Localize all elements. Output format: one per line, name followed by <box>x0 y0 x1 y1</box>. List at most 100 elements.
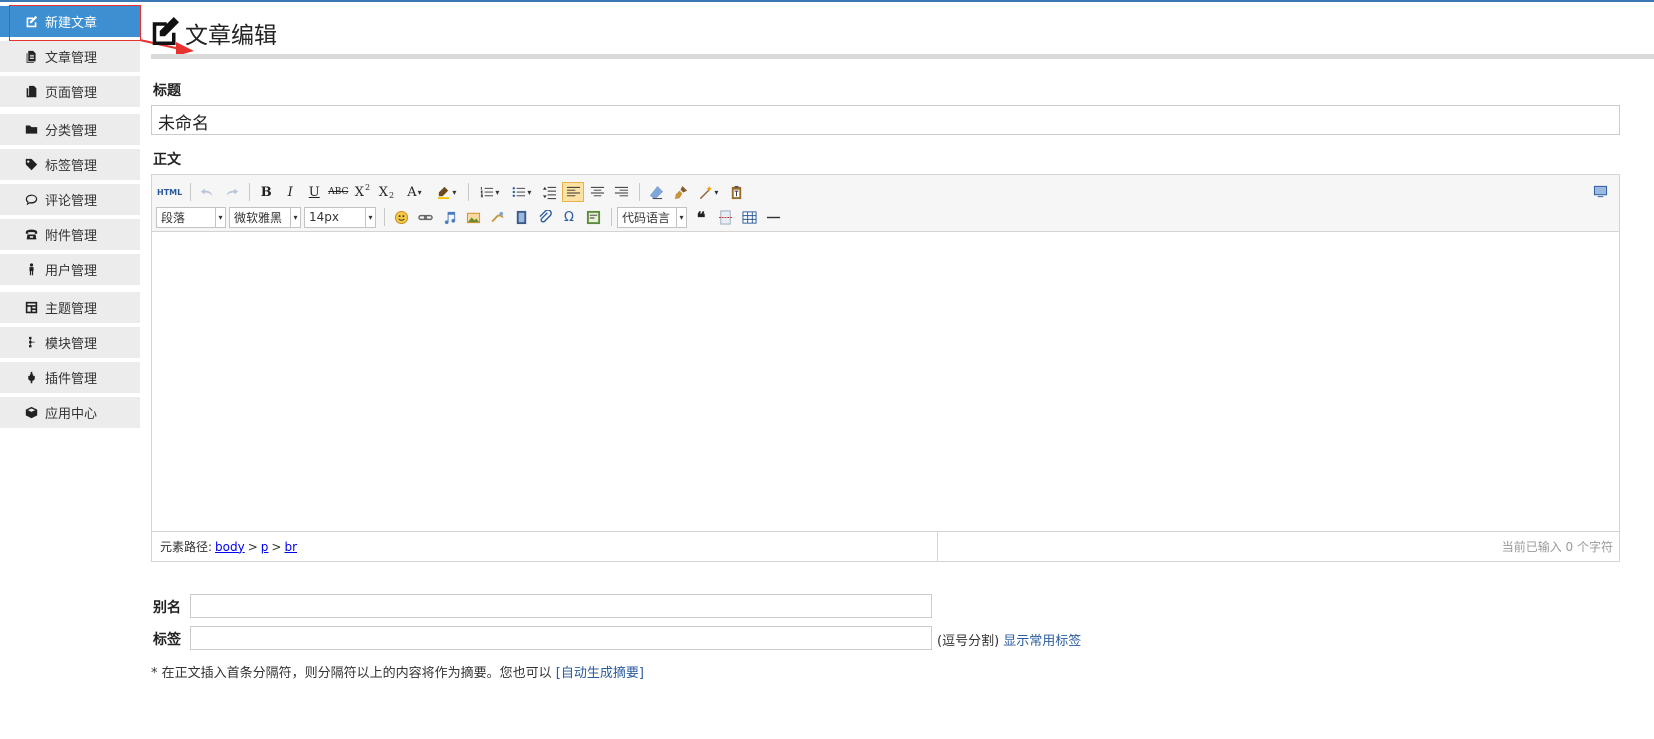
tag-icon <box>24 158 38 172</box>
font-color-button[interactable]: A ▾ <box>399 182 429 202</box>
special-char-button[interactable]: Ω <box>558 207 580 227</box>
sidebar-item-user-manage[interactable]: 用户管理 <box>0 254 140 285</box>
page-title: 文章编辑 <box>185 23 277 49</box>
brush-icon <box>674 185 687 199</box>
tags-input[interactable] <box>190 626 932 650</box>
undo-button[interactable] <box>196 182 218 202</box>
sidebar-item-attachment-manage[interactable]: 附件管理 <box>0 219 140 250</box>
bold-button[interactable]: B <box>255 182 277 202</box>
line-height-button[interactable] <box>538 182 560 202</box>
subscript-button[interactable]: X2 <box>375 182 397 202</box>
comment-icon <box>24 193 38 207</box>
highlight-color-button[interactable]: ▾ <box>431 182 461 202</box>
title-label: 标题 <box>153 83 181 99</box>
code-language-select[interactable]: 代码语言 ▾ <box>617 206 687 228</box>
music-note-icon <box>444 211 455 224</box>
sidebar-item-label: 分类管理 <box>45 124 98 139</box>
template-icon <box>586 210 600 224</box>
scrawl-button[interactable] <box>486 207 508 227</box>
auto-format-button[interactable]: ▾ <box>693 182 723 202</box>
editor-content-area[interactable] <box>152 232 1619 531</box>
fullscreen-button[interactable] <box>1589 181 1611 201</box>
html-source-button[interactable]: HTML <box>156 182 183 202</box>
sidebar-item-label: 评论管理 <box>45 194 98 209</box>
page-header: 文章编辑 <box>151 16 277 50</box>
toolbar-row-2: 段落 ▾ 微软雅黑 ▾ 14px ▾ Ω 代码语言 ▾ ❝ <box>156 206 786 228</box>
folder-icon <box>24 123 38 137</box>
auto-generate-summary-link[interactable]: [自动生成摘要] <box>556 666 644 681</box>
align-center-button[interactable] <box>586 182 608 202</box>
insert-table-button[interactable] <box>738 207 760 227</box>
ordered-list-button[interactable]: ▾ <box>474 182 504 202</box>
page-break-button[interactable] <box>714 207 736 227</box>
font-size-select[interactable]: 14px ▾ <box>304 206 376 228</box>
format-painter-button[interactable] <box>669 182 691 202</box>
module-icon <box>24 336 38 350</box>
tags-label: 标签 <box>153 632 181 648</box>
redo-button[interactable] <box>220 182 242 202</box>
paragraph-select[interactable]: 段落 ▾ <box>156 206 226 228</box>
path-separator: > <box>271 539 282 554</box>
horizontal-rule-icon <box>766 216 780 218</box>
music-button[interactable] <box>438 207 460 227</box>
page-break-icon <box>718 209 732 225</box>
toolbar-separator <box>468 183 470 201</box>
body-label: 正文 <box>153 152 181 168</box>
superscript-button[interactable]: X2 <box>351 182 373 202</box>
remove-format-button[interactable] <box>645 182 667 202</box>
sidebar-item-label: 插件管理 <box>45 372 98 387</box>
sidebar-item-plugin-manage[interactable]: 插件管理 <box>0 362 140 393</box>
insert-video-button[interactable] <box>510 207 532 227</box>
chevron-down-icon: ▾ <box>290 207 300 227</box>
underline-button[interactable]: U <box>303 182 325 202</box>
element-path: 元素路径: body > p > br <box>152 532 938 561</box>
editor-toolbar: HTML B I U ABC X2 X2 A ▾ ▾ ▾ ▾ ▾ 段落 ▾ 微软… <box>152 175 1619 232</box>
strikethrough-button[interactable]: ABC <box>327 182 349 202</box>
alias-input[interactable] <box>190 594 932 618</box>
fullscreen-icon <box>1593 185 1607 197</box>
link-button[interactable] <box>414 207 436 227</box>
sidebar-item-app-center[interactable]: 应用中心 <box>0 397 140 428</box>
sidebar-item-module-manage[interactable]: 模块管理 <box>0 327 140 358</box>
sidebar-item-tag-manage[interactable]: 标签管理 <box>0 149 140 180</box>
toolbar-separator <box>384 208 385 226</box>
attachment-button[interactable] <box>534 207 556 227</box>
insert-image-button[interactable] <box>462 207 484 227</box>
unordered-list-button[interactable]: ▾ <box>506 182 536 202</box>
tags-hint-row: (逗号分割) 显示常用标签 <box>937 630 1081 649</box>
path-link-br[interactable]: br <box>284 540 297 554</box>
paste-text-button[interactable] <box>725 182 747 202</box>
emoticon-button[interactable] <box>390 207 412 227</box>
ordered-list-icon <box>481 186 494 197</box>
sidebar-item-comment-manage[interactable]: 评论管理 <box>0 184 140 215</box>
header-divider <box>151 54 1654 59</box>
sidebar-item-theme-manage[interactable]: 主题管理 <box>0 292 140 323</box>
user-icon <box>24 263 38 277</box>
sidebar-item-label: 文章管理 <box>45 51 98 66</box>
sidebar-item-label: 主题管理 <box>45 302 98 317</box>
align-left-button[interactable] <box>562 182 585 202</box>
align-right-button[interactable] <box>610 182 632 202</box>
show-common-tags-link[interactable]: 显示常用标签 <box>1003 634 1081 649</box>
font-family-select[interactable]: 微软雅黑 ▾ <box>229 206 301 228</box>
sidebar-item-category-manage[interactable]: 分类管理 <box>0 114 140 145</box>
sidebar-item-page-manage[interactable]: 页面管理 <box>0 76 140 107</box>
sidebar-item-label: 应用中心 <box>45 407 98 422</box>
tags-hint: (逗号分割) <box>937 634 1000 649</box>
chevron-down-icon: ▾ <box>676 207 686 227</box>
italic-button[interactable]: I <box>279 182 301 202</box>
path-link-p[interactable]: p <box>261 540 269 554</box>
table-icon <box>741 210 757 224</box>
annotation-highlight-box <box>9 5 141 41</box>
template-button[interactable] <box>582 207 604 227</box>
font-family-select-value: 微软雅黑 <box>234 210 283 225</box>
image-icon <box>466 212 480 223</box>
clipboard-icon <box>731 185 742 199</box>
sidebar-item-article-manage[interactable]: 文章管理 <box>0 41 140 72</box>
horizontal-rule-button[interactable] <box>762 207 784 227</box>
title-input[interactable]: 未命名 <box>151 105 1620 135</box>
path-link-body[interactable]: body <box>215 540 245 554</box>
top-accent-line <box>0 0 1654 2</box>
paperclip-icon <box>538 209 552 222</box>
blockquote-button[interactable]: ❝ <box>690 207 712 227</box>
